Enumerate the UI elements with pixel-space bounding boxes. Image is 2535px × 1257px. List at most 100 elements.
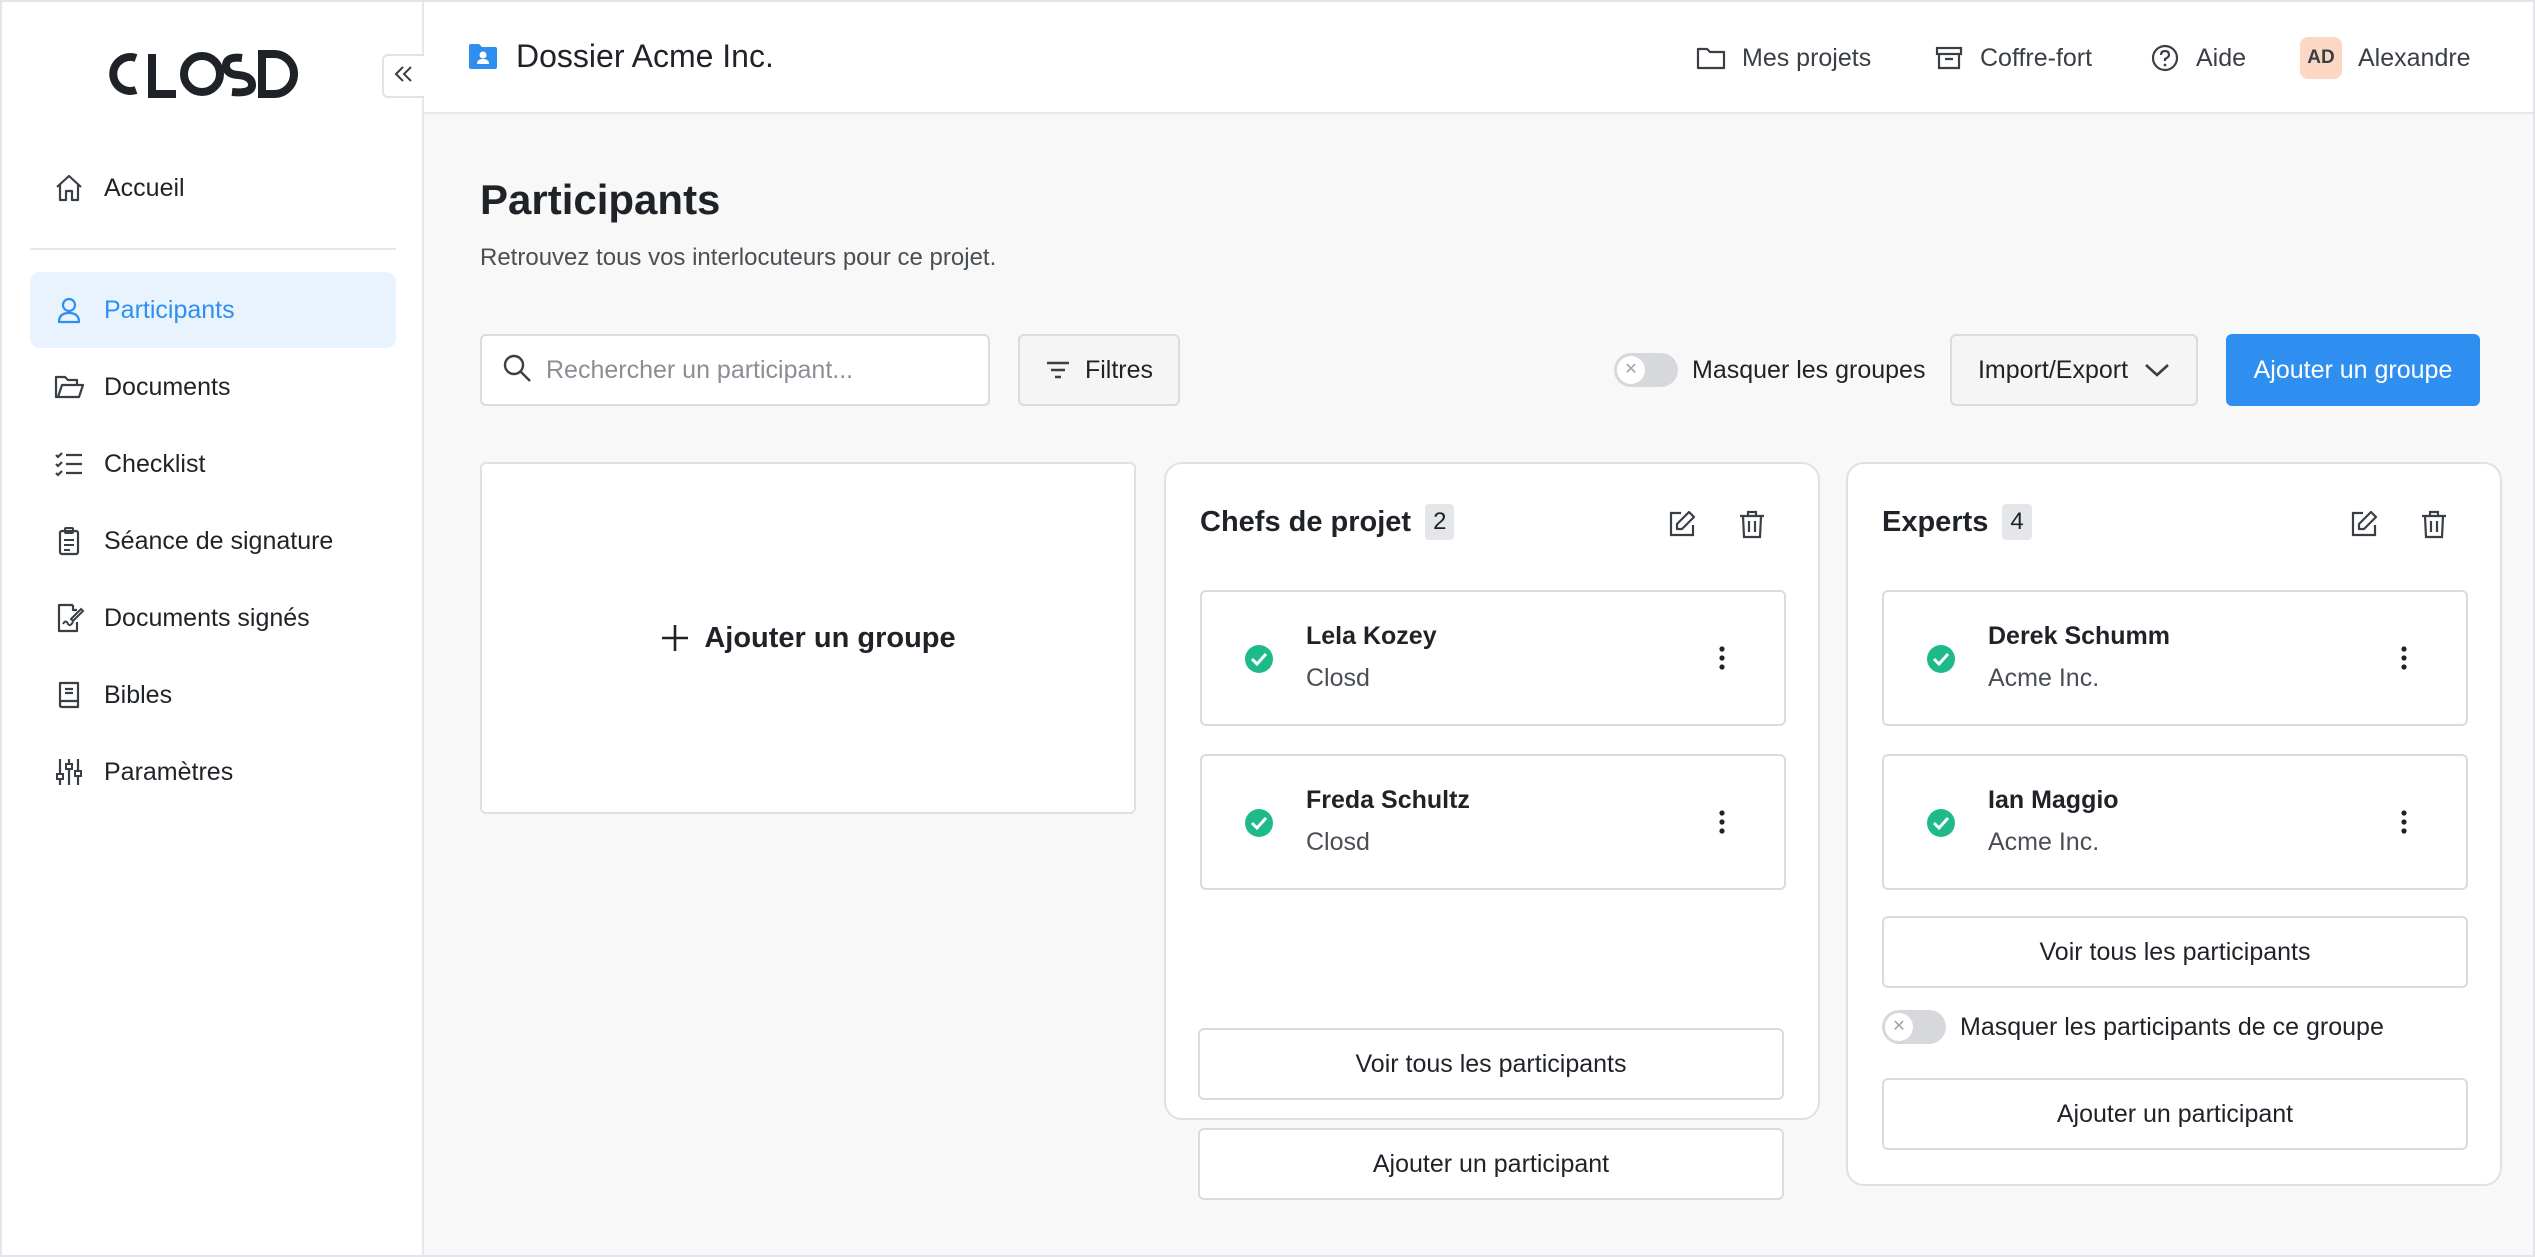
group-header: Experts 4	[1882, 504, 2032, 540]
help-link[interactable]: Aide	[2148, 36, 2246, 80]
check-circle-icon	[1926, 644, 1956, 674]
more-vertical-icon[interactable]	[1702, 802, 1742, 842]
participant-card[interactable]: Freda Schultz Closd	[1200, 754, 1786, 890]
sidebar-item-documents-signes[interactable]: Documents signés	[30, 580, 396, 656]
close-icon: ✕	[1617, 356, 1645, 384]
chevron-down-icon	[2144, 362, 2170, 378]
collapse-sidebar-button[interactable]	[382, 54, 424, 98]
trash-icon[interactable]	[1732, 504, 1772, 544]
participant-name: Lela Kozey	[1306, 622, 1437, 650]
hide-groups-toggle[interactable]: ✕	[1614, 353, 1678, 387]
hide-groups-label: Masquer les groupes	[1692, 355, 1926, 384]
vault-link[interactable]: Coffre-fort	[1932, 36, 2092, 80]
book-icon	[52, 678, 86, 712]
my-projects-link[interactable]: Mes projets	[1694, 36, 1871, 80]
folder-icon	[1694, 41, 1728, 75]
sidebar-item-label: Séance de signature	[104, 526, 334, 555]
sidebar-item-parametres[interactable]: Paramètres	[30, 734, 396, 810]
help-label: Aide	[2196, 43, 2247, 72]
main-content: Participants Retrouvez tous vos interloc…	[424, 114, 2533, 1255]
sidebar-item-checklist[interactable]: Checklist	[30, 426, 396, 502]
close-icon: ✕	[1885, 1013, 1913, 1041]
participant-name: Freda Schultz	[1306, 786, 1470, 814]
view-all-label: Voir tous les participants	[2039, 937, 2311, 966]
search-input[interactable]	[546, 355, 966, 385]
check-circle-icon	[1244, 808, 1274, 838]
add-group-button[interactable]: Ajouter un groupe	[2226, 334, 2480, 406]
participant-organization: Closd	[1306, 828, 1370, 856]
sidebar-item-label: Paramètres	[104, 757, 234, 786]
avatar: AD	[2300, 37, 2342, 79]
shared-folder-icon	[468, 42, 498, 70]
user-menu[interactable]: AD Alexandre	[2300, 36, 2471, 80]
participant-organization: Acme Inc.	[1988, 664, 2100, 692]
view-all-participants-button[interactable]: Voir tous les participants	[1198, 1028, 1784, 1100]
sidebar-item-seance-signature[interactable]: Séance de signature	[30, 503, 396, 579]
sidebar-item-accueil[interactable]: Accueil	[30, 150, 396, 226]
app-window: Accueil Participants Documents Checklist	[0, 0, 2535, 1257]
import-export-label: Import/Export	[1977, 355, 2129, 384]
edit-icon[interactable]	[1662, 504, 1702, 544]
sidebar-divider	[30, 248, 396, 250]
closd-logo[interactable]	[106, 48, 298, 100]
group-count-badge: 4	[2002, 504, 2032, 540]
search-icon	[502, 353, 532, 388]
sidebar-item-label: Participants	[104, 295, 235, 324]
hide-group-participants-label: Masquer les participants de ce groupe	[1960, 1012, 2384, 1041]
participant-card[interactable]: Derek Schumm Acme Inc.	[1882, 590, 2468, 726]
hide-groups-control: ✕ Masquer les groupes	[1614, 353, 1925, 387]
sidebar-item-label: Documents	[104, 372, 231, 401]
search-box	[480, 334, 990, 406]
check-circle-icon	[1926, 808, 1956, 838]
filter-icon	[1045, 359, 1071, 381]
sidebar-item-label: Documents signés	[104, 603, 310, 632]
filters-button[interactable]: Filtres	[1018, 334, 1180, 406]
sliders-icon	[52, 755, 86, 789]
signed-document-icon	[52, 601, 86, 635]
group-count-badge: 2	[1425, 504, 1455, 540]
participant-organization: Acme Inc.	[1988, 828, 2100, 856]
vault-label: Coffre-fort	[1980, 43, 2093, 72]
sidebar-item-participants[interactable]: Participants	[30, 272, 396, 348]
sidebar-item-label: Accueil	[104, 173, 185, 202]
import-export-dropdown[interactable]: Import/Export	[1950, 334, 2198, 406]
archive-icon	[1932, 41, 1966, 75]
user-icon	[52, 293, 86, 327]
add-participant-button[interactable]: Ajouter un participant	[1882, 1078, 2468, 1150]
group-header: Chefs de projet 2	[1200, 504, 1455, 540]
page-title: Participants	[480, 176, 721, 223]
help-circle-icon	[2148, 41, 2182, 75]
trash-icon[interactable]	[2414, 504, 2454, 544]
group-card: Chefs de projet 2 Lela Kozey Closd Freda…	[1164, 462, 1820, 1120]
view-all-participants-button[interactable]: Voir tous les participants	[1882, 916, 2468, 988]
check-circle-icon	[1244, 644, 1274, 674]
sidebar-item-documents[interactable]: Documents	[30, 349, 396, 425]
group-name: Chefs de projet	[1200, 505, 1412, 538]
dossier-title[interactable]: Dossier Acme Inc.	[516, 38, 774, 75]
sidebar-item-label: Checklist	[104, 449, 206, 478]
participant-card[interactable]: Lela Kozey Closd	[1200, 590, 1786, 726]
checklist-icon	[52, 447, 86, 481]
double-chevron-left-icon	[394, 65, 414, 88]
more-vertical-icon[interactable]	[2384, 802, 2424, 842]
edit-icon[interactable]	[2344, 504, 2384, 544]
more-vertical-icon[interactable]	[2384, 638, 2424, 678]
filters-label: Filtres	[1084, 355, 1154, 384]
more-vertical-icon[interactable]	[1702, 638, 1742, 678]
sidebar-item-bibles[interactable]: Bibles	[30, 657, 396, 733]
add-participant-label: Ajouter un participant	[1372, 1149, 1610, 1178]
participant-card[interactable]: Ian Maggio Acme Inc.	[1882, 754, 2468, 890]
sidebar: Accueil Participants Documents Checklist	[2, 2, 424, 1255]
participant-name: Derek Schumm	[1988, 622, 2171, 650]
add-group-card-label: Ajouter un groupe	[704, 621, 956, 654]
add-group-card[interactable]: Ajouter un groupe	[480, 462, 1136, 814]
page-subtitle: Retrouvez tous vos interlocuteurs pour c…	[480, 244, 997, 271]
clipboard-icon	[52, 524, 86, 558]
sidebar-item-label: Bibles	[104, 680, 173, 709]
top-header: Dossier Acme Inc. Mes projets Coffre-for…	[424, 2, 2533, 114]
view-all-label: Voir tous les participants	[1355, 1049, 1627, 1078]
hide-group-participants-toggle[interactable]: ✕	[1882, 1010, 1946, 1044]
home-icon	[52, 171, 86, 205]
add-participant-button[interactable]: Ajouter un participant	[1198, 1128, 1784, 1200]
user-name: Alexandre	[2358, 43, 2471, 72]
